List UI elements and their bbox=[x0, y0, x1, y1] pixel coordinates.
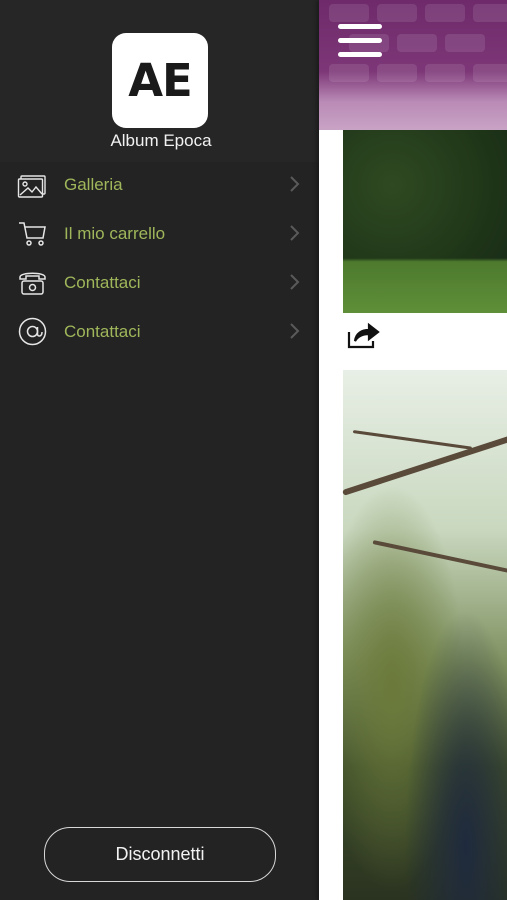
gallery-photo[interactable] bbox=[342, 370, 507, 900]
chevron-right-icon bbox=[288, 322, 300, 340]
hamburger-menu-icon[interactable] bbox=[338, 24, 382, 57]
menu-item-label: Contattaci bbox=[64, 273, 141, 292]
chevron-right-icon bbox=[288, 175, 300, 193]
gallery-icon bbox=[17, 169, 48, 200]
share-icon[interactable] bbox=[346, 320, 380, 350]
app-logo: AE bbox=[112, 33, 208, 128]
chevron-right-icon bbox=[288, 273, 300, 291]
telephone-icon bbox=[17, 267, 48, 298]
logout-button[interactable]: Disconnetti bbox=[44, 827, 276, 882]
menu-item-label: Il mio carrello bbox=[64, 224, 166, 243]
menu-item-galleria[interactable]: Galleria bbox=[0, 160, 319, 209]
cart-icon bbox=[17, 218, 48, 249]
chevron-right-icon bbox=[288, 224, 300, 242]
menu-item-carrello[interactable]: Il mio carrello bbox=[0, 209, 319, 258]
menu-item-label: Galleria bbox=[64, 175, 123, 194]
app-name: Album Epoca bbox=[110, 131, 212, 150]
gallery-photo[interactable] bbox=[343, 130, 507, 313]
app-logo-text: AE bbox=[128, 54, 193, 107]
menu-item-contattaci-email[interactable]: Contattaci bbox=[0, 307, 319, 356]
at-sign-icon bbox=[17, 316, 48, 347]
top-bar bbox=[319, 0, 507, 130]
menu-item-contattaci-phone[interactable]: Contattaci bbox=[0, 258, 319, 307]
menu-item-label: Contattaci bbox=[64, 322, 141, 341]
drawer-header: AE Album Epoca bbox=[0, 0, 319, 162]
drawer-menu: Galleria Il mio carrello Contattaci Cont… bbox=[0, 160, 319, 356]
navigation-drawer: AE Album Epoca Galleria Il mio carrello … bbox=[0, 0, 319, 900]
main-content bbox=[319, 0, 507, 900]
